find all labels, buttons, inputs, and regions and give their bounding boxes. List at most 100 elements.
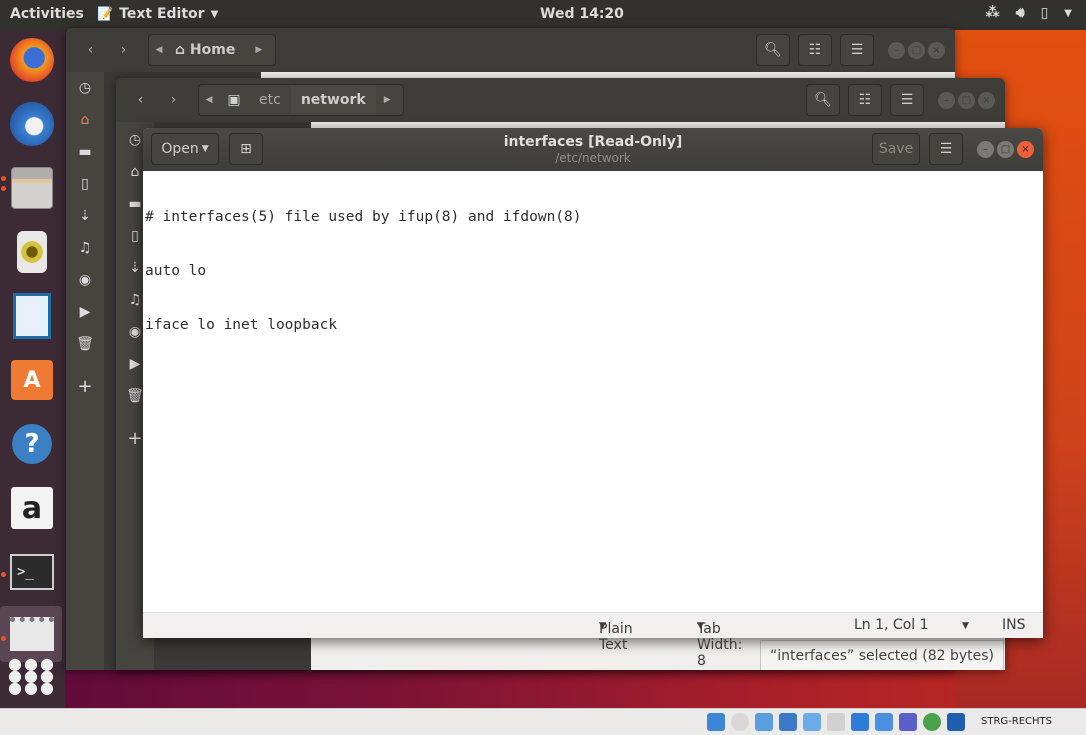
save-button[interactable]: Save: [872, 133, 920, 165]
menu-button[interactable]: ☰: [929, 133, 963, 165]
drive-icon[interactable]: ▣: [219, 92, 249, 108]
guest-additions-icon[interactable]: [923, 713, 941, 731]
host-key-label: STRG-RECHTS: [981, 716, 1052, 727]
path-right-arrow[interactable]: ▶: [255, 45, 262, 55]
video-icon[interactable]: ▶: [66, 304, 104, 320]
dock-firefox[interactable]: [8, 36, 56, 84]
home-icon[interactable]: ⌂: [66, 112, 104, 128]
system-tray[interactable]: ⁂ 🔊︎ ▯ ▼: [985, 5, 1072, 21]
path-etc[interactable]: etc: [249, 92, 291, 108]
trash-icon[interactable]: 🗑︎: [66, 336, 104, 352]
selection-status: “interfaces” selected (82 bytes): [760, 640, 1004, 670]
insert-mode[interactable]: INS: [1002, 617, 1026, 633]
search-button[interactable]: 🔍︎: [756, 34, 790, 66]
dock-thunderbird[interactable]: [8, 100, 56, 148]
text-editor-window: Open ▼ ⊞ interfaces [Read-Only] /etc/net…: [143, 128, 1043, 669]
code-line: auto lo: [145, 263, 207, 279]
minimize-button[interactable]: –: [938, 92, 955, 109]
path-home[interactable]: ⌂ Home: [169, 42, 241, 58]
mouse-integration-icon[interactable]: [947, 713, 965, 731]
forward-button[interactable]: ›: [157, 92, 190, 108]
back-button[interactable]: ‹: [124, 92, 157, 108]
close-button[interactable]: ×: [978, 92, 995, 109]
dock-files[interactable]: [8, 164, 56, 212]
dock-text-editor[interactable]: [8, 610, 56, 658]
system-menu-icon: ▼: [1064, 8, 1072, 19]
menu-button[interactable]: ☰: [890, 84, 924, 116]
recent-icon[interactable]: ◷: [66, 80, 104, 96]
vbox-status-bar: STRG-RECHTS: [0, 708, 1086, 735]
camera-icon[interactable]: ◉: [66, 272, 104, 288]
usb-icon[interactable]: [803, 713, 821, 731]
maximize-button[interactable]: □: [997, 141, 1014, 158]
cursor-position[interactable]: Ln 1, Col 1: [854, 617, 929, 633]
audio-icon[interactable]: [755, 713, 773, 731]
dock-help[interactable]: ?: [8, 420, 56, 468]
window-controls: – □ ×: [938, 92, 995, 109]
close-button[interactable]: ×: [1017, 141, 1034, 158]
search-button[interactable]: 🔍︎: [806, 84, 840, 116]
menu-button[interactable]: ☰: [840, 34, 874, 66]
dock-amazon[interactable]: a: [8, 484, 56, 532]
view-toggle-button[interactable]: ☷: [798, 34, 832, 66]
document-icon[interactable]: ▯: [66, 176, 104, 192]
add-icon[interactable]: +: [66, 376, 104, 397]
firefox-icon: [10, 38, 54, 82]
path-bar: ◀ ⌂ Home ▶: [148, 34, 276, 66]
path-network[interactable]: network: [290, 86, 376, 114]
help-icon: ?: [12, 424, 52, 464]
path-left-arrow[interactable]: ◀: [149, 45, 169, 55]
editor-header: Open ▼ ⊞ interfaces [Read-Only] /etc/net…: [143, 128, 1043, 171]
hamburger-icon: ☰: [900, 92, 914, 108]
back-button[interactable]: ‹: [74, 42, 107, 58]
thunderbird-icon: [10, 102, 54, 146]
close-button[interactable]: ×: [928, 42, 945, 59]
maximize-button[interactable]: □: [908, 42, 925, 59]
files-sidebar-home: ◷ ⌂ ▬ ▯ ⇣ ♫ ◉ ▶ 🗑︎ +: [66, 72, 104, 670]
forward-button[interactable]: ›: [107, 42, 140, 58]
path-left-arrow[interactable]: ◀: [199, 95, 219, 105]
network-adapter-icon[interactable]: [779, 713, 797, 731]
battery-icon: ▯: [1040, 5, 1049, 21]
editor-statusbar: Plain Text ▼ Tab Width: 8 ▼ Ln 1, Col 1 …: [143, 612, 1043, 669]
list-view-icon: ☷: [808, 42, 822, 58]
software-icon: A: [11, 360, 53, 400]
shared-folder-icon[interactable]: [827, 713, 845, 731]
clock[interactable]: Wed 14:20: [540, 6, 624, 22]
top-bar: Activities 📝 Text Editor ▼ Wed 14:20 ⁂ 🔊…: [0, 0, 1086, 30]
activities-button[interactable]: Activities: [10, 6, 84, 22]
dock-show-applications[interactable]: ●●● ●●● ●●●: [8, 652, 56, 700]
download-icon[interactable]: ⇣: [66, 208, 104, 224]
maximize-button[interactable]: □: [958, 92, 975, 109]
running-indicator: [1, 572, 6, 577]
dock-software[interactable]: A: [8, 356, 56, 404]
volume-icon: 🔊︎: [1015, 5, 1025, 21]
window-controls: – □ ×: [888, 42, 945, 59]
view-toggle-button[interactable]: ☷: [848, 84, 882, 116]
folder-icon[interactable]: ▬: [66, 144, 104, 160]
minimize-button[interactable]: –: [977, 141, 994, 158]
home-icon: ⌂: [175, 42, 190, 58]
text-area[interactable]: # interfaces(5) file used by ifup(8) and…: [145, 172, 582, 370]
writer-icon: [13, 293, 51, 339]
position-dropdown-icon[interactable]: ▼: [962, 621, 969, 631]
dock-terminal[interactable]: >_: [8, 548, 56, 596]
dock-rhythmbox[interactable]: [8, 228, 56, 276]
optical-drive-icon[interactable]: [731, 713, 749, 731]
search-icon: 🔍︎: [814, 92, 832, 108]
chevron-down-icon: ▼: [599, 621, 606, 631]
cpu-icon[interactable]: [899, 713, 917, 731]
apps-grid-icon: ●●● ●●● ●●●: [8, 654, 56, 697]
video-capture-icon[interactable]: [875, 713, 893, 731]
text-editor-icon: [10, 617, 54, 651]
hard-disk-icon[interactable]: [707, 713, 725, 731]
app-menu[interactable]: 📝 Text Editor ▼: [97, 6, 218, 22]
path-right-arrow[interactable]: ▶: [384, 95, 391, 105]
dock-writer[interactable]: [8, 292, 56, 340]
search-icon: 🔍︎: [764, 42, 782, 58]
music-icon[interactable]: ♫: [66, 240, 104, 256]
minimize-button[interactable]: –: [888, 42, 905, 59]
display-icon[interactable]: [851, 713, 869, 731]
terminal-icon: >_: [10, 554, 54, 590]
files-icon: [11, 167, 53, 209]
